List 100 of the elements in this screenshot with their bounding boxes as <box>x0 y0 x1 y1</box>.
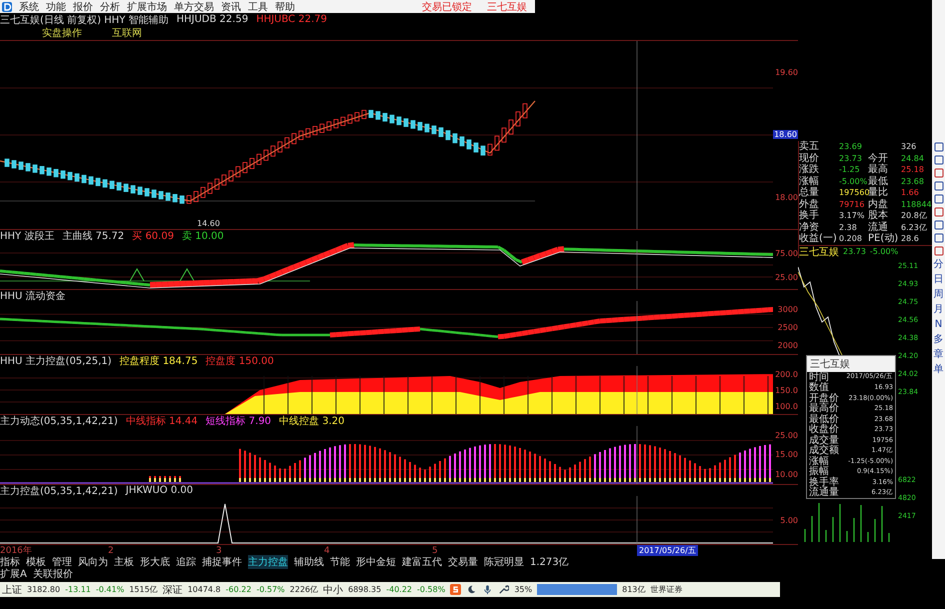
axis-label: 25.00 <box>775 272 798 282</box>
date-label: 2 <box>108 546 114 556</box>
indicator-tab[interactable]: 1.273亿 <box>530 555 569 569</box>
axis-label: 19.60 <box>775 68 798 77</box>
cursor-date-label: 2017/05/26/五 <box>637 545 698 556</box>
period-button[interactable]: 章 <box>934 349 944 361</box>
index-amount: 1515亿 <box>129 584 158 595</box>
index-percent: -0.57% <box>256 585 285 594</box>
quote-label: 总量 <box>799 187 819 198</box>
index-name: 上证 <box>2 584 22 596</box>
quote-label: 现价 <box>799 152 819 164</box>
quote-value: 326 <box>901 142 918 152</box>
period-button[interactable]: N <box>934 319 942 331</box>
quote-value: 28.6 <box>901 234 920 244</box>
menu-item[interactable]: 单方交易 <box>174 0 214 14</box>
sub-tab[interactable]: 关联报价 <box>32 567 73 581</box>
tooltip-label: 成交额 <box>809 444 839 456</box>
menu-link[interactable]: 交易已锁定 <box>422 0 472 14</box>
indicator-tab[interactable]: 捕捉事件 <box>202 555 242 569</box>
period-button[interactable]: 日 <box>934 274 944 286</box>
menu-item[interactable]: 分析 <box>100 0 120 14</box>
axis-label: 100.0 <box>775 402 798 410</box>
quote-label: PE(动) <box>868 233 898 244</box>
indicator-reading: 卖 10.00 <box>182 230 224 242</box>
index-name: 中小 <box>323 584 344 596</box>
indicator-tab[interactable]: 建富五代 <box>402 555 442 569</box>
toolbar-square-icon[interactable] <box>934 207 944 217</box>
input-method-icon[interactable] <box>450 584 462 595</box>
index-percent: -0.41% <box>96 585 124 594</box>
period-button[interactable]: 单 <box>934 364 944 376</box>
tooltip-label: 振幅 <box>809 466 829 478</box>
quote-value: 24.84 <box>901 154 925 163</box>
axis-label: 200.0 <box>775 370 798 378</box>
menu-link[interactable]: 三七互娱 <box>487 0 527 14</box>
wrench-icon[interactable] <box>498 584 510 595</box>
quote-value: 23.68 <box>901 176 925 186</box>
indicator-reading: 短线指标 7.90 <box>206 414 272 428</box>
period-button[interactable]: 月 <box>934 304 944 316</box>
menu-item[interactable]: 工具 <box>248 0 268 14</box>
indicator-tab[interactable]: 陈冠明显 <box>484 555 524 569</box>
indicator-title: 主力控盘(05,35,1,42,21) <box>0 484 118 498</box>
indicator-tab[interactable]: 风向为 <box>78 555 108 569</box>
indicator-tab[interactable]: 辅助线 <box>294 555 324 569</box>
sub-tab[interactable]: 扩展A <box>0 567 27 581</box>
axis-label: 10.00 <box>775 470 798 479</box>
indicator-tab[interactable]: 节能 <box>330 555 350 569</box>
quote-label: 最低 <box>868 176 888 187</box>
menu-item[interactable]: 扩展市场 <box>127 0 167 14</box>
quote-value: 23.73 <box>839 154 863 163</box>
toolbar-square-icon[interactable] <box>934 181 944 191</box>
indicator-tab[interactable]: 形中金短 <box>356 555 396 569</box>
indicator-tab[interactable]: 主板 <box>114 555 134 569</box>
quote-label: 涨跌 <box>799 164 819 176</box>
index-value: 6898.35 <box>348 585 382 594</box>
ticker-name: 三七互娱 <box>799 246 839 258</box>
quote-value: -1.25 <box>839 165 861 174</box>
indicator-tab[interactable]: 主力控盘 <box>248 555 288 569</box>
menu-item[interactable]: 帮助 <box>275 0 295 14</box>
index-change: -13.11 <box>65 585 91 594</box>
indicator-tab[interactable]: 指标 <box>0 555 20 569</box>
date-label: 5 <box>432 546 439 556</box>
quote-label: 净资 <box>799 222 819 233</box>
toolbar-square-icon[interactable] <box>934 155 944 165</box>
toolbar-square-icon[interactable] <box>934 220 944 230</box>
tooltip-label: 数值 <box>809 382 829 394</box>
chart-link[interactable]: 实盘操作 <box>42 26 82 40</box>
quote-label: 流通 <box>868 222 888 233</box>
toolbar-square-icon[interactable] <box>934 142 944 152</box>
axis-label: 3000 <box>778 305 798 314</box>
indicator-tab[interactable]: 交易量 <box>448 555 478 569</box>
indicator-tab[interactable]: 追踪 <box>176 555 196 569</box>
quote-value: 6.23亿 <box>901 222 928 233</box>
microphone-icon[interactable] <box>482 584 494 595</box>
quote-value: 118844 <box>901 200 933 209</box>
menu-item[interactable]: 功能 <box>46 0 66 14</box>
chart-link[interactable]: 互联网 <box>112 26 142 40</box>
moon-icon[interactable] <box>466 584 478 595</box>
toolbar-square-icon[interactable] <box>934 194 944 204</box>
indicator-tab[interactable]: 模板 <box>26 555 46 569</box>
indicator-tab[interactable]: 形大底 <box>140 555 170 569</box>
axis-label: 75.00 <box>775 248 798 258</box>
quote-label: 最高 <box>868 164 888 176</box>
index-percent: -0.58% <box>417 585 446 594</box>
toolbar-square-icon[interactable] <box>934 168 944 178</box>
indicator-tab[interactable]: 管理 <box>52 555 72 569</box>
toolbar-square-icon[interactable] <box>934 246 944 256</box>
menu-item[interactable]: 系统 <box>19 0 39 14</box>
toolbar-square-icon[interactable] <box>934 233 944 243</box>
tooltip-label: 换手率 <box>809 476 839 488</box>
quote-value: 23.69 <box>839 142 863 152</box>
period-button[interactable]: 周 <box>934 289 944 301</box>
menu-item[interactable]: 报价 <box>73 0 93 14</box>
date-label: 2016年 <box>0 544 33 556</box>
axis-label: 5.00 <box>780 516 798 524</box>
quote-value: 20.8亿 <box>901 210 928 222</box>
indicator-title: HHU 主力控盘(05,25,1) <box>0 354 112 368</box>
menu-item[interactable]: 资讯 <box>221 0 241 14</box>
period-button[interactable]: 多 <box>934 334 944 346</box>
indicator-title: HHY 波段王 <box>0 230 54 242</box>
period-button[interactable]: 分 <box>934 259 944 271</box>
